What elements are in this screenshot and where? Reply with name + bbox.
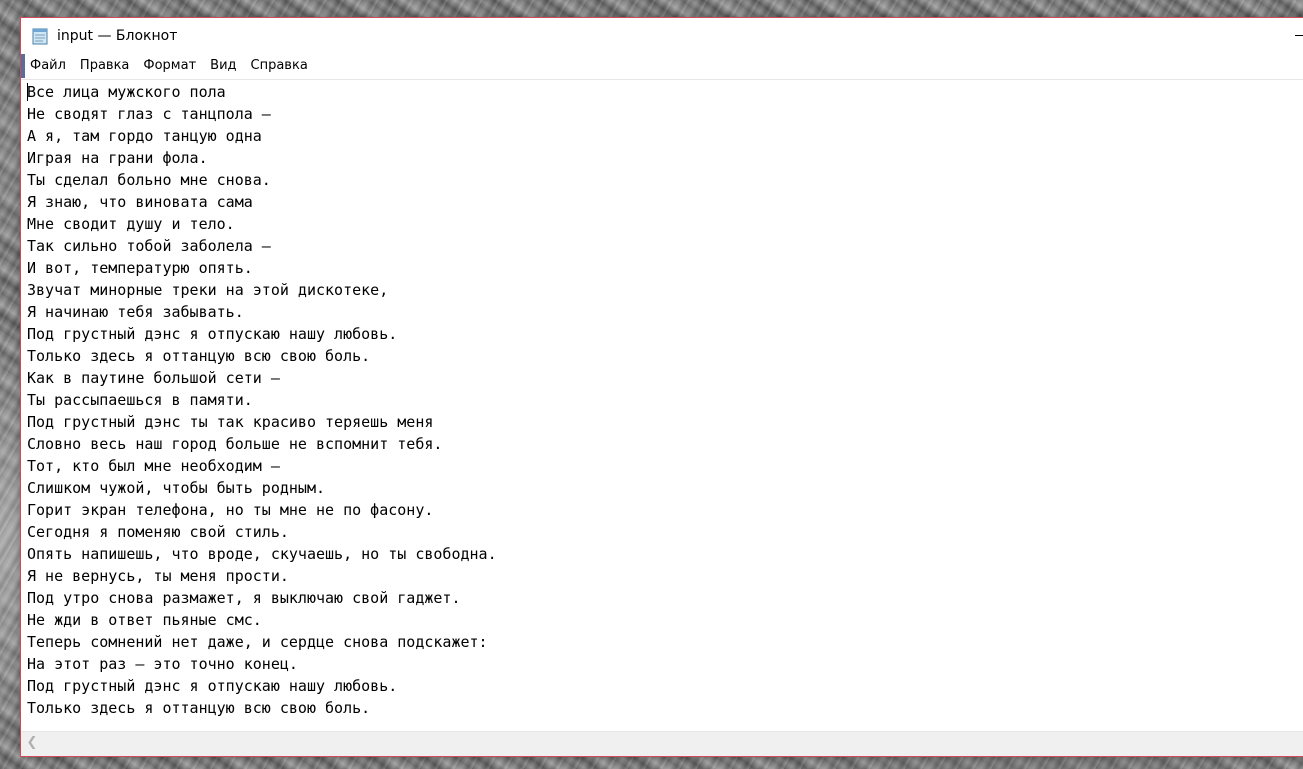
text-line: И вот, температурю опять.	[27, 259, 253, 277]
text-line: Не жди в ответ пьяные смс.	[27, 611, 262, 629]
minimize-button[interactable]	[1287, 18, 1303, 54]
text-line: Под грустный дэнс я отпускаю нашу любовь…	[27, 677, 398, 695]
text-line: Словно весь наш город больше не вспомнит…	[27, 435, 443, 453]
text-line: Только здесь я оттанцую всю свою боль.	[27, 699, 371, 717]
menu-format[interactable]: Формат	[139, 54, 200, 78]
menu-bar: Файл Правка Формат Вид Справка	[21, 54, 1303, 78]
minimize-icon	[1295, 35, 1303, 36]
text-line: Опять напишешь, что вроде, скучаешь, но …	[27, 545, 497, 563]
text-line: Только здесь я оттанцую всю свою боль.	[27, 347, 371, 365]
text-line: Звучат минорные треки на этой дискотеке,	[27, 281, 389, 299]
notepad-window: input — Блокнот Файл Правка Формат Вид С…	[20, 17, 1303, 757]
text-line: Как в паутине большой сети –	[27, 369, 280, 387]
window-title: input — Блокнот	[57, 28, 178, 44]
text-line: На этот раз – это точно конец.	[27, 655, 298, 673]
text-line: Я начинаю тебя забывать.	[27, 303, 244, 321]
text-line: Ты рассыпаешься в памяти.	[27, 391, 253, 409]
menu-help[interactable]: Справка	[247, 54, 312, 78]
text-line: Все лица мужского пола	[27, 83, 226, 101]
text-line: Сегодня я поменяю свой стиль.	[27, 523, 289, 541]
text-line: Играя на грани фола.	[27, 149, 208, 167]
text-line: Так сильно тобой заболела –	[27, 237, 271, 255]
text-line: Горит экран телефона, но ты мне не по фа…	[27, 501, 434, 519]
text-line: Я знаю, что виновата сама	[27, 193, 253, 211]
text-line: Теперь сомнений нет даже, и сердце снова…	[27, 633, 488, 651]
text-line: Под утро снова размажет, я выключаю свой…	[27, 589, 461, 607]
text-line: Ты сделал больно мне снова.	[27, 171, 271, 189]
text-line: Под грустный дэнс ты так красиво теряешь…	[27, 413, 434, 431]
text-line: Под грустный дэнс я отпускаю нашу любовь…	[27, 325, 398, 343]
chevron-left-icon[interactable]: ❮	[25, 736, 39, 750]
text-line: Я не вернусь, ты меня прости.	[27, 567, 289, 585]
text-editor[interactable]: Все лица мужского пола Не сводят глаз с т…	[21, 79, 1303, 732]
text-line: А я, там гордо танцую одна	[27, 127, 262, 145]
menu-file[interactable]: Файл	[26, 54, 70, 78]
text-line: Слишком чужой, чтобы быть родным.	[27, 479, 326, 497]
horizontal-scrollbar[interactable]: ❮	[21, 731, 1303, 756]
text-line: Не сводят глаз с танцпола –	[27, 105, 271, 123]
title-bar[interactable]: input — Блокнот	[21, 18, 1303, 54]
text-line: Мне сводит душу и тело.	[27, 215, 235, 233]
text-line: Тот, кто был мне необходим –	[27, 457, 280, 475]
menu-edit[interactable]: Правка	[76, 54, 133, 78]
menu-view[interactable]: Вид	[206, 54, 240, 78]
notepad-icon[interactable]	[32, 27, 49, 45]
